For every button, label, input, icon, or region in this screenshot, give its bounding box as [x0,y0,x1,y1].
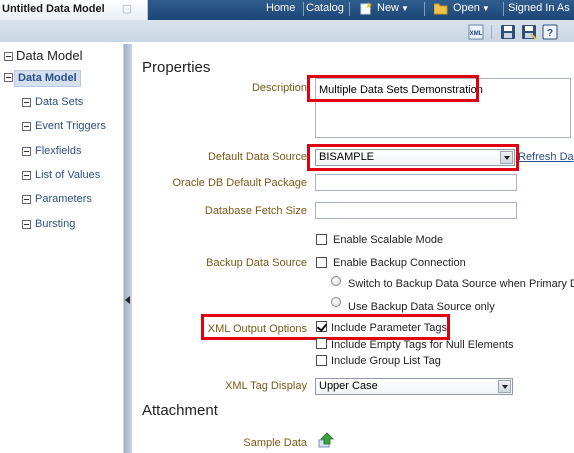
include-empty-tags-label: Include Empty Tags for Null Elements [331,339,514,351]
dropdown-arrow-icon[interactable] [498,380,511,393]
fetch-size-label: Database Fetch Size [204,205,307,217]
sidebar-header[interactable]: Data Model [0,47,124,65]
backup-connection-checkbox[interactable] [316,257,327,268]
switch-to-backup-radio[interactable] [331,276,341,286]
backup-data-source-label: Backup Data Source [206,257,307,269]
collapse-panel-arrow-icon[interactable] [125,296,130,304]
nav-open[interactable]: Open ▼ [453,0,490,20]
save-icon[interactable] [500,24,516,40]
data-model-sidebar: Data Model Data Model Data Sets Event Tr… [0,44,124,453]
backup-connection-label: Enable Backup Connection [333,257,466,269]
save-as-icon[interactable] [521,24,537,40]
expand-icon[interactable] [22,195,31,204]
document-title: Untitled Data Model [2,3,105,15]
upload-icon[interactable] [318,432,334,448]
highlight-box [307,75,479,102]
refresh-data-sources-link[interactable]: Refresh Da [518,151,574,163]
include-empty-tags-checkbox[interactable] [316,338,327,349]
expand-icon[interactable] [22,147,31,156]
chevron-down-icon: ▼ [481,4,490,13]
sidebar-item-flexfields[interactable]: Flexfields [35,145,81,157]
toolbar-divider [491,25,492,39]
open-folder-icon [434,3,448,15]
svg-text:XML: XML [470,31,483,37]
expand-icon[interactable] [22,98,31,107]
highlight-box [201,314,450,340]
properties-title: Properties [142,59,211,76]
svg-text:?: ? [547,28,553,39]
expand-icon[interactable] [22,171,31,180]
expand-icon[interactable] [22,122,31,131]
collapse-icon[interactable] [4,52,13,61]
use-backup-only-label: Use Backup Data Source only [348,301,495,313]
oracle-db-package-field[interactable] [315,174,517,191]
sidebar-item-event-triggers[interactable]: Event Triggers [35,120,106,132]
nav-new[interactable]: New ▼ [377,0,409,20]
expand-icon[interactable] [22,220,31,229]
collapse-icon[interactable] [4,73,13,82]
xml-tag-display-label: XML Tag Display [225,380,307,392]
help-icon[interactable]: ? [542,24,558,40]
nav-home[interactable]: Home [266,0,295,20]
include-group-list-checkbox[interactable] [316,355,327,366]
document-tab[interactable]: Untitled Data Model ▢ [0,0,148,20]
close-tab-icon[interactable]: ▢ [118,2,136,16]
global-nav: Home Catalog New ▼ Open ▼ Signed In As [148,0,574,20]
nav-catalog[interactable]: Catalog [306,0,344,20]
sidebar-item-list-of-values[interactable]: List of Values [35,169,100,181]
nav-divider [424,2,425,16]
top-bar: Untitled Data Model ▢ Home Catalog New ▼ … [0,0,574,42]
xml-tag-display-select[interactable]: Upper Case [315,378,513,395]
oracle-db-package-label: Oracle DB Default Package [172,177,307,189]
nav-signed-in[interactable]: Signed In As [508,0,570,20]
sidebar-item-bursting[interactable]: Bursting [35,218,75,230]
fetch-size-field[interactable] [315,202,517,219]
sidebar-title: Data Model [16,48,83,63]
default-data-source-label: Default Data Source [207,151,307,163]
nav-divider [303,2,304,16]
nav-divider [349,2,350,16]
panel-splitter[interactable] [124,44,132,453]
use-backup-only-radio[interactable] [331,297,341,307]
nav-open-label: Open [453,2,480,14]
nav-new-label: New [377,2,400,14]
include-group-list-label: Include Group List Tag [331,355,441,367]
scalable-mode-label: Enable Scalable Mode [333,234,444,246]
xml-icon[interactable]: XML [468,24,484,40]
sidebar-item-data-model[interactable]: Data Model [14,70,81,87]
properties-pane: Properties Description Multiple Data Set… [132,44,574,453]
highlight-box [307,144,519,171]
description-label: Description [251,82,307,94]
nav-divider [503,2,504,16]
xml-tag-display-value: Upper Case [319,380,378,392]
scalable-mode-checkbox[interactable] [316,234,327,245]
sample-data-label: Sample Data [243,437,307,449]
attachment-title: Attachment [142,402,218,419]
switch-to-backup-label: Switch to Backup Data Source when Primar… [348,278,574,290]
sidebar-item-data-sets[interactable]: Data Sets [35,96,83,108]
sidebar-item-parameters[interactable]: Parameters [35,193,92,205]
new-document-icon [360,2,373,15]
chevron-down-icon: ▼ [401,4,409,13]
